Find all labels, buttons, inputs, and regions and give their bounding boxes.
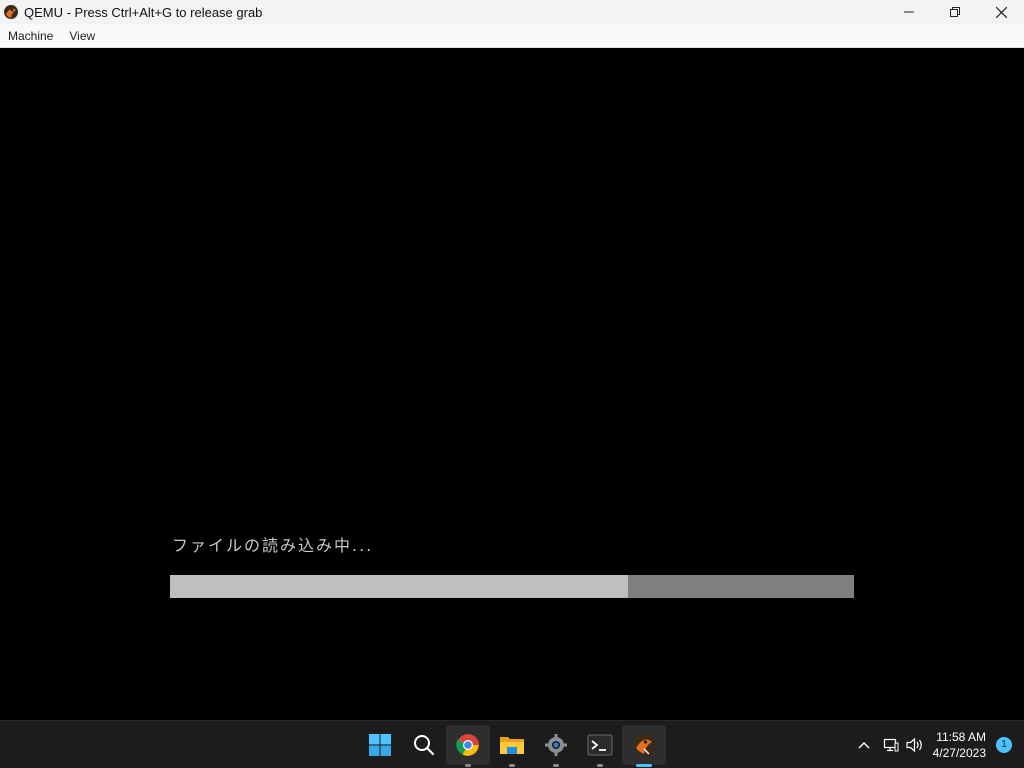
restore-button[interactable] [932, 0, 978, 24]
loading-progress-fill [170, 575, 629, 598]
taskbar-apps [358, 721, 666, 768]
settings-icon [545, 734, 567, 756]
clock[interactable]: 11:58 AM 4/27/2023 [933, 729, 986, 761]
loading-message: ファイルの読み込み中... [172, 536, 374, 555]
minimize-button[interactable] [886, 0, 932, 24]
search-icon [414, 735, 435, 756]
taskbar-settings[interactable] [534, 721, 578, 768]
system-tray: 11:58 AM 4/27/2023 1 [849, 721, 1024, 768]
clock-date: 4/27/2023 [932, 746, 986, 760]
window-titlebar: QEMU - Press Ctrl+Alt+G to release grab [0, 0, 1024, 24]
show-hidden-icons-button[interactable] [849, 725, 879, 765]
taskbar-terminal[interactable] [578, 721, 622, 768]
network-icon [883, 738, 899, 752]
taskbar-file-explorer[interactable] [490, 721, 534, 768]
start-icon [369, 734, 391, 756]
close-icon [995, 6, 1007, 18]
volume-button[interactable] [903, 725, 927, 765]
chrome-icon [456, 734, 479, 756]
focused-indicator [636, 764, 652, 767]
running-indicator [597, 764, 603, 767]
menu-view[interactable]: View [61, 24, 103, 48]
loading-progress-bar [170, 575, 854, 598]
menu-machine[interactable]: Machine [0, 24, 61, 48]
search-button[interactable] [402, 721, 446, 768]
volume-icon [906, 737, 922, 753]
window-title: QEMU - Press Ctrl+Alt+G to release grab [24, 4, 263, 20]
chevron-up-icon [858, 742, 870, 749]
qemu-icon [633, 734, 655, 756]
running-indicator [553, 764, 559, 767]
taskbar: 11:58 AM 4/27/2023 1 [0, 720, 1024, 768]
window-controls [886, 0, 1024, 24]
menu-bar: Machine View [0, 24, 1024, 48]
taskbar-chrome[interactable] [446, 725, 490, 767]
vm-display[interactable]: ファイルの読み込み中... [0, 48, 1024, 720]
taskbar-qemu[interactable] [622, 725, 666, 767]
file-explorer-icon [500, 737, 524, 754]
start-button[interactable] [358, 721, 402, 768]
running-indicator [509, 764, 515, 767]
terminal-icon [587, 734, 613, 756]
notification-badge[interactable]: 1 [996, 737, 1012, 753]
clock-time: 11:58 AM [936, 730, 986, 744]
network-button[interactable] [879, 725, 903, 765]
close-button[interactable] [978, 0, 1024, 24]
running-indicator [465, 764, 471, 767]
qemu-app-icon [3, 4, 19, 20]
minimize-icon [904, 11, 914, 13]
restore-icon [950, 7, 960, 17]
